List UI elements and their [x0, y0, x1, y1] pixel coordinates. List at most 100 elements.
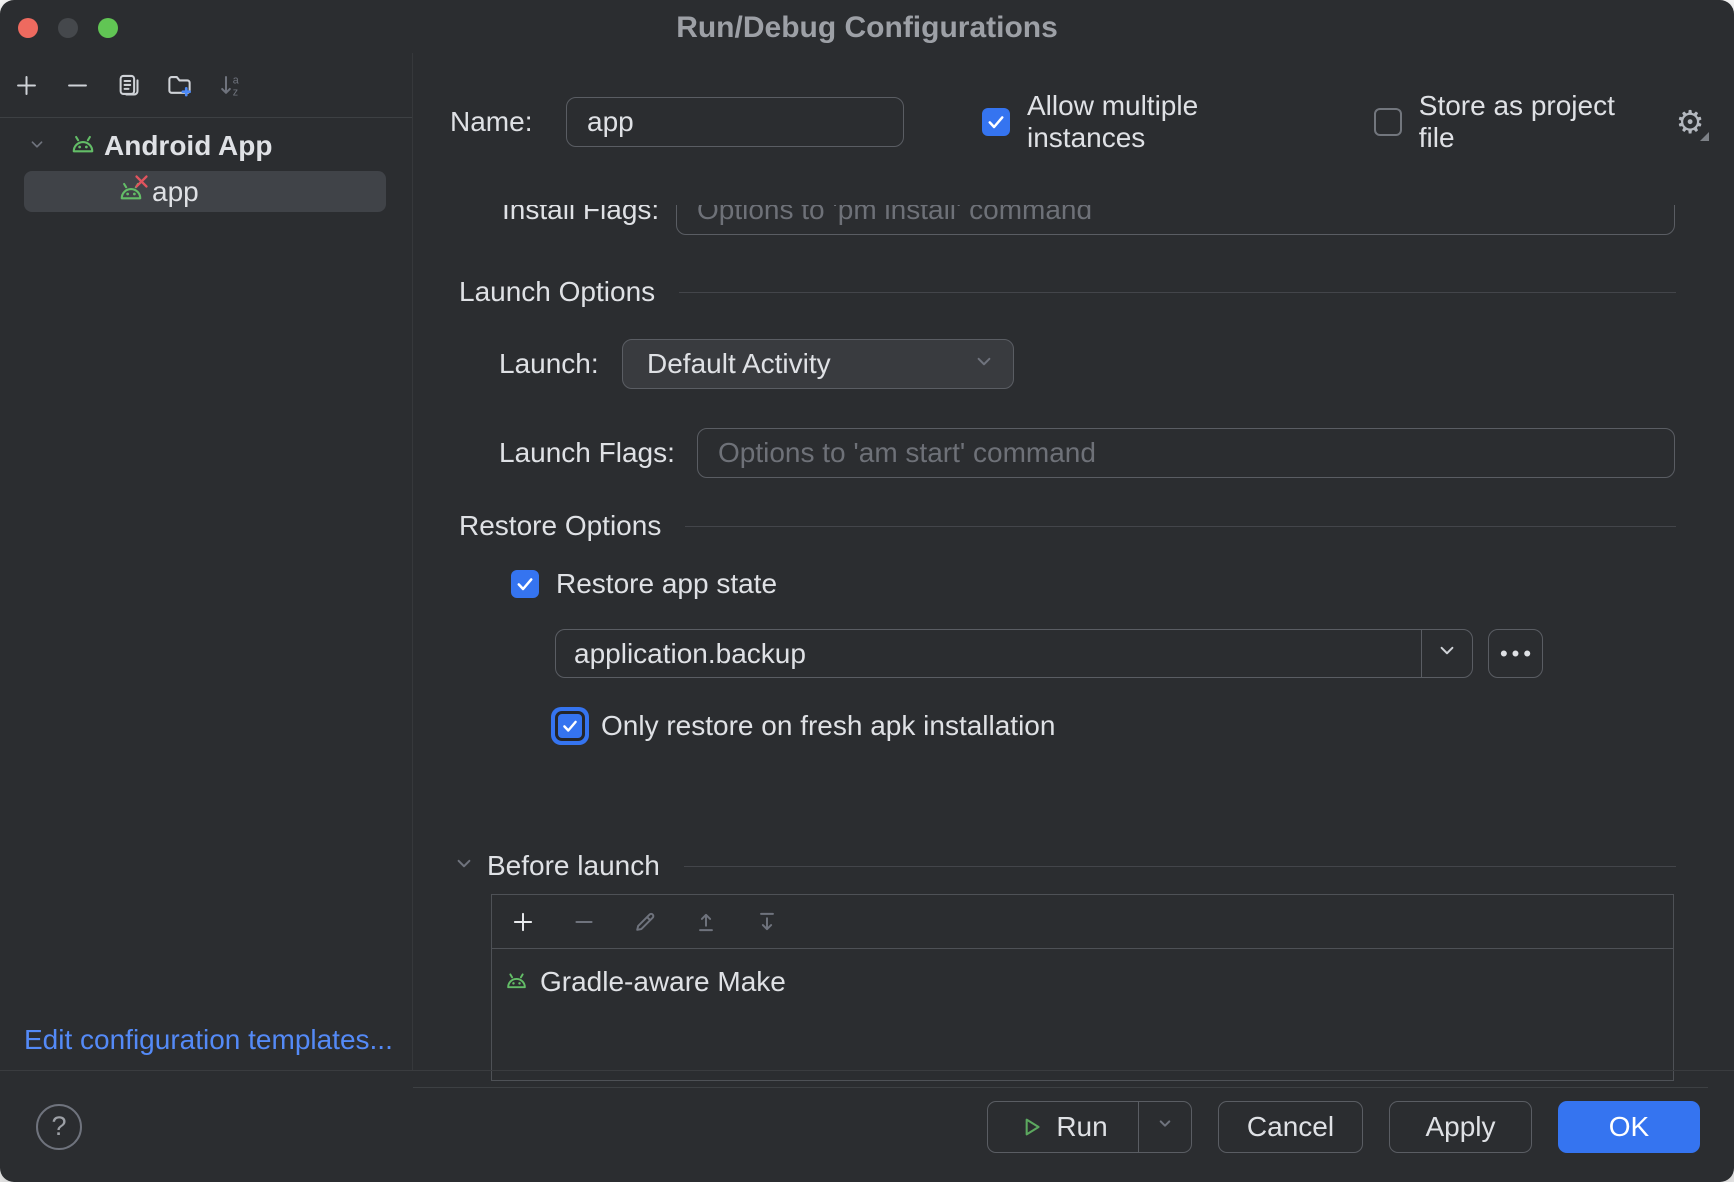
move-task-up-button[interactable]	[689, 905, 723, 939]
tree-node-android-app[interactable]: Android App	[0, 125, 412, 166]
sort-alphabetically-icon: a z	[217, 72, 244, 99]
edit-configuration-templates-link[interactable]: Edit configuration templates...	[24, 1024, 393, 1056]
backup-file-combobox[interactable]: application.backup	[555, 629, 1473, 678]
restore-app-state-checkbox[interactable]: Restore app state	[511, 560, 1708, 608]
checkbox-icon	[1374, 108, 1402, 136]
android-icon	[68, 131, 98, 161]
corner-dropdown-triangle-icon	[1700, 132, 1709, 141]
launch-label: Launch:	[499, 348, 622, 380]
combobox-dropdown-button[interactable]	[1421, 630, 1472, 677]
tree-item-label: app	[152, 176, 199, 208]
install-flags-label: Install Flags:	[502, 205, 676, 226]
section-divider	[679, 292, 1676, 293]
before-launch-toolbar	[492, 895, 1673, 949]
before-launch-task-row[interactable]: Gradle-aware Make	[492, 965, 1673, 999]
launch-flags-row: Launch Flags:	[413, 428, 1708, 478]
launch-select-value: Default Activity	[647, 348, 831, 380]
add-task-button[interactable]	[506, 905, 540, 939]
browse-backup-file-button[interactable]: •••	[1488, 629, 1543, 678]
store-as-project-file-checkbox[interactable]: Store as project file	[1374, 90, 1658, 154]
sidebar-toolbar: a z	[0, 53, 412, 118]
launch-options-section-header: Launch Options	[459, 274, 1676, 310]
configuration-editor: Name: Allow multiple instances Store as …	[413, 53, 1734, 1070]
collapse-chevron-icon[interactable]	[451, 850, 477, 883]
section-divider	[684, 866, 1676, 867]
svg-text:a: a	[232, 74, 238, 86]
name-input[interactable]	[566, 97, 904, 147]
remove-configuration-button[interactable]	[60, 68, 94, 102]
dialog-body: a z Android App	[0, 53, 1734, 1070]
allow-multiple-instances-checkbox[interactable]: Allow multiple instances	[982, 90, 1324, 154]
restore-options-section-header: Restore Options	[459, 508, 1676, 544]
focus-ring	[551, 707, 589, 745]
run-options-dropdown-button[interactable]	[1138, 1102, 1191, 1152]
ellipsis-icon: •••	[1500, 641, 1535, 667]
new-folder-button[interactable]	[162, 68, 196, 102]
run-split-button: Run	[987, 1101, 1192, 1153]
before-launch-task-label: Gradle-aware Make	[540, 966, 786, 998]
remove-icon	[64, 72, 91, 99]
tree-item-app-selected[interactable]: app	[24, 171, 386, 212]
move-task-down-button[interactable]	[750, 905, 784, 939]
install-flags-input[interactable]	[676, 205, 1675, 235]
add-icon	[510, 909, 536, 935]
checkbox-icon	[555, 711, 585, 741]
copy-configuration-button[interactable]	[111, 68, 145, 102]
sort-configurations-button[interactable]: a z	[213, 68, 247, 102]
name-row: Name: Allow multiple instances Store as …	[450, 97, 1708, 147]
tree-group-label: Android App	[104, 130, 272, 162]
form-content: Install Flags: Launch Options Launch: De…	[413, 205, 1708, 1081]
name-label: Name:	[450, 106, 566, 138]
restore-app-state-label: Restore app state	[556, 568, 777, 600]
store-settings-button[interactable]: ⚙	[1672, 103, 1708, 141]
play-icon	[1018, 1114, 1044, 1140]
android-icon	[503, 969, 530, 996]
backup-file-row: application.backup •••	[555, 629, 1708, 678]
dialog-footer: ? Run Cancel Apply OK	[0, 1070, 1734, 1182]
cancel-button[interactable]: Cancel	[1218, 1101, 1363, 1153]
chevron-down-icon	[1434, 637, 1460, 670]
remove-task-button[interactable]	[567, 905, 601, 939]
run-button-label: Run	[1056, 1111, 1107, 1143]
chevron-down-icon	[971, 348, 997, 381]
store-as-project-file-label: Store as project file	[1419, 90, 1658, 154]
only-restore-label: Only restore on fresh apk installation	[601, 710, 1055, 742]
dialog-title: Run/Debug Configurations	[0, 0, 1734, 56]
add-configuration-button[interactable]	[9, 68, 43, 102]
launch-flags-input[interactable]	[697, 428, 1675, 478]
edit-task-button[interactable]	[628, 905, 662, 939]
launch-flags-label: Launch Flags:	[499, 437, 697, 469]
apply-button[interactable]: Apply	[1389, 1101, 1532, 1153]
before-launch-panel: Gradle-aware Make	[491, 894, 1674, 1081]
copy-icon	[115, 72, 142, 99]
move-up-icon	[693, 909, 719, 935]
question-mark-icon: ?	[51, 1111, 66, 1142]
window-controls	[18, 18, 118, 38]
chevron-down-icon[interactable]	[26, 130, 48, 162]
close-window-button[interactable]	[18, 18, 38, 38]
edit-pencil-icon	[632, 909, 658, 935]
ok-button[interactable]: OK	[1558, 1101, 1700, 1153]
backup-file-value: application.backup	[556, 638, 1421, 670]
launch-row: Launch: Default Activity	[413, 339, 1708, 389]
restore-options-title: Restore Options	[459, 510, 661, 542]
launch-select[interactable]: Default Activity	[622, 339, 1014, 389]
titlebar: Run/Debug Configurations	[0, 0, 1734, 53]
action-buttons: Run Cancel Apply OK	[987, 1101, 1700, 1153]
section-divider	[685, 526, 1676, 527]
form-scroll-area[interactable]: Install Flags: Launch Options Launch: De…	[413, 205, 1708, 1088]
minimize-window-button[interactable]	[58, 18, 78, 38]
run-debug-configurations-dialog: Run/Debug Configurations	[0, 0, 1734, 1182]
chevron-down-icon	[1152, 1110, 1178, 1143]
launch-options-title: Launch Options	[459, 276, 655, 308]
help-button[interactable]: ?	[36, 1104, 82, 1150]
run-button[interactable]: Run	[988, 1102, 1138, 1152]
allow-multiple-instances-label: Allow multiple instances	[1027, 90, 1324, 154]
only-restore-checkbox[interactable]: Only restore on fresh apk installation	[551, 703, 1708, 749]
configurations-tree: Android App app	[0, 125, 412, 212]
maximize-window-button[interactable]	[98, 18, 118, 38]
new-folder-icon	[166, 72, 193, 99]
configurations-sidebar: a z Android App	[0, 53, 413, 1070]
checkbox-icon	[511, 570, 539, 598]
checkbox-icon	[982, 108, 1010, 136]
